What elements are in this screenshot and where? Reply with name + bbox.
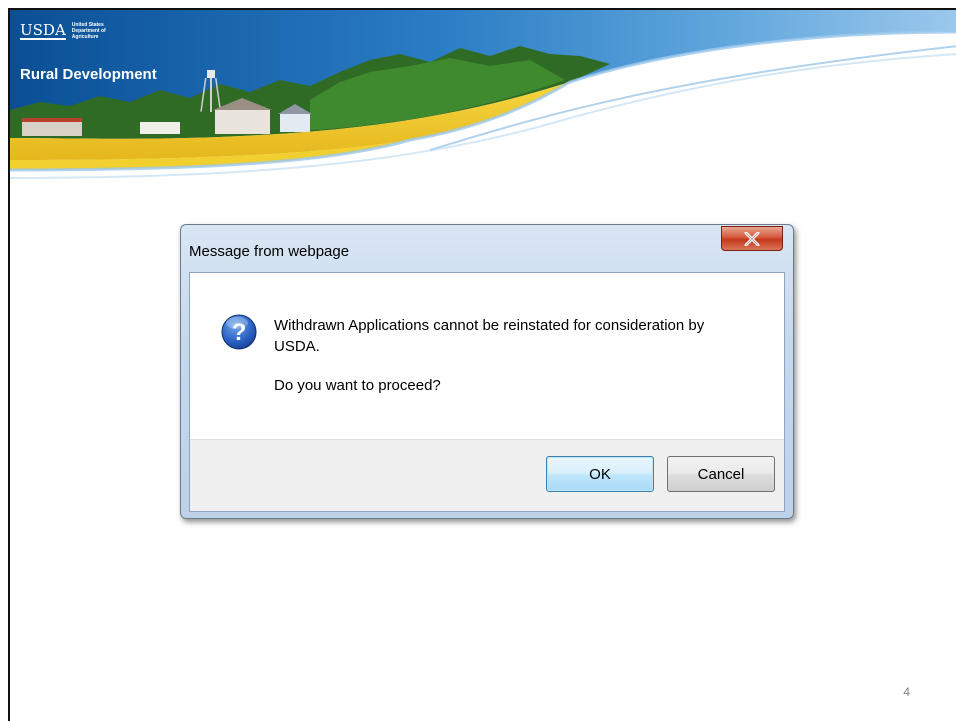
- question-icon: ?: [221, 314, 257, 350]
- dialog-message: Withdrawn Applications cannot be reinsta…: [274, 317, 705, 355]
- usda-wordmark: USDA: [20, 21, 66, 40]
- slide: USDA United States Department of Agricul…: [8, 8, 956, 721]
- dialog-body: ? Withdrawn Applications cannot be reins…: [189, 272, 785, 512]
- close-icon: [744, 231, 760, 246]
- header-banner: USDA United States Department of Agricul…: [10, 10, 956, 185]
- dialog-title: Message from webpage: [189, 243, 350, 260]
- dialog-prompt: Do you want to proceed?: [274, 377, 441, 394]
- message-dialog: Message from webpage ? Withdrawn Applica…: [180, 224, 794, 519]
- usda-line-3: Agriculture: [71, 34, 99, 40]
- slide-number: 4: [903, 685, 910, 699]
- banner-landscape-image: [10, 10, 956, 179]
- dialog-button-bar: OK Cancel: [190, 439, 784, 511]
- ok-button[interactable]: OK: [546, 456, 654, 492]
- agency-name: Rural Development: [20, 66, 157, 83]
- cancel-button[interactable]: Cancel: [667, 456, 775, 492]
- usda-department-lines: United States Department of Agriculture: [72, 22, 106, 40]
- usda-logo: USDA United States Department of Agricul…: [20, 22, 106, 40]
- close-button[interactable]: [721, 226, 783, 251]
- svg-text:?: ?: [232, 319, 247, 346]
